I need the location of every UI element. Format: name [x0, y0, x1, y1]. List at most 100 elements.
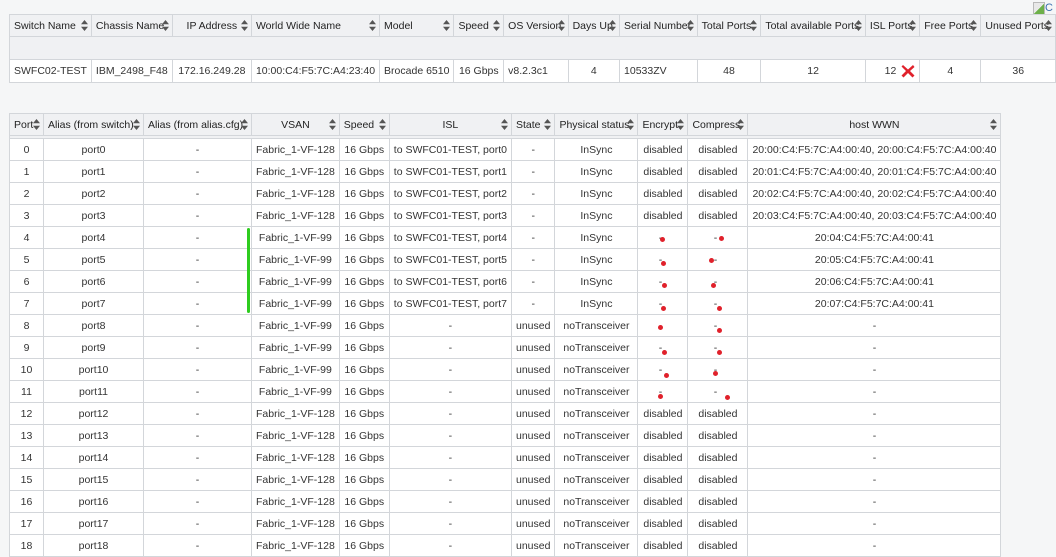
port-header-alias-from-alias-cfg[interactable]: Alias (from alias.cfg): [143, 113, 252, 136]
switch-header-switch-name[interactable]: Switch Name: [9, 14, 92, 37]
sort-icon[interactable]: [1045, 20, 1052, 31]
sort-icon[interactable]: [909, 20, 917, 31]
alias-cfg-cell: -: [143, 292, 252, 315]
switch-header-free-ports[interactable]: Free Ports: [919, 14, 982, 37]
port-table-row: 18 port18- Fabric_1-VF-128 16 Gbps - unused no…: [9, 534, 1002, 557]
port-header-port[interactable]: Port: [9, 113, 44, 136]
sort-icon[interactable]: [328, 119, 336, 130]
compress-cell: -: [687, 314, 749, 337]
alias-cfg-cell: -: [143, 468, 252, 491]
switch-header-speed[interactable]: Speed: [453, 14, 505, 37]
port-table-row: 15 port15- Fabric_1-VF-128 16 Gbps - unused no…: [9, 468, 1002, 491]
ip-address-cell: 172.16.249.28: [171, 59, 252, 83]
red-dot-icon: [717, 305, 723, 311]
switch-header-total-ports[interactable]: Total Ports: [696, 14, 762, 37]
red-dot-icon: [661, 305, 667, 311]
sort-icon[interactable]: [970, 20, 978, 31]
sort-icon[interactable]: [990, 119, 998, 130]
sort-icon[interactable]: [737, 119, 745, 130]
port-table-row: 8 port8- Fabric_1-VF-99 16 Gbps - unused noTra…: [9, 314, 1002, 337]
compress-cell: disabled: [687, 160, 749, 183]
alias-switch-cell: port16: [43, 490, 144, 513]
sort-icon[interactable]: [627, 119, 635, 130]
sort-icon[interactable]: [161, 20, 169, 31]
port-header-physical-status[interactable]: Physical status: [554, 113, 639, 136]
sort-icon[interactable]: [544, 119, 552, 130]
vsan-cell: Fabric_1-VF-128: [251, 490, 340, 513]
sort-icon[interactable]: [133, 119, 140, 130]
isl-cell: -: [388, 314, 512, 337]
cell-text: -: [713, 231, 718, 244]
sort-icon[interactable]: [750, 20, 758, 31]
alias-cfg-cell: -: [143, 160, 252, 183]
sort-icon[interactable]: [686, 20, 694, 31]
alias-switch-cell: port4: [43, 226, 144, 249]
sort-icon[interactable]: [369, 20, 377, 31]
sort-icon[interactable]: [378, 119, 386, 130]
column-label: host WWN: [849, 118, 900, 131]
physical-status-cell: noTransceiver: [554, 424, 639, 447]
sort-icon[interactable]: [493, 20, 501, 31]
speed-cell: 16 Gbps: [338, 358, 390, 381]
alias-cfg-cell: -: [143, 248, 252, 271]
port-number-cell: 11: [9, 380, 44, 403]
sort-icon[interactable]: [609, 20, 617, 31]
sort-icon[interactable]: [677, 119, 685, 130]
sort-icon[interactable]: [500, 119, 508, 130]
sort-icon[interactable]: [240, 20, 248, 31]
switch-header-world-wide-name[interactable]: World Wide Name: [250, 14, 381, 37]
alias-switch-cell: port14: [43, 446, 144, 469]
physical-status-cell: InSync: [554, 204, 639, 227]
speed-cell: 16 Gbps: [338, 424, 390, 447]
compress-cell: -: [687, 358, 749, 381]
port-header-alias-from-switch[interactable]: Alias (from switch): [43, 113, 144, 136]
compress-cell: disabled: [687, 182, 749, 205]
switch-header-model[interactable]: Model: [379, 14, 455, 37]
port-header-compress[interactable]: Compress: [687, 113, 749, 136]
switch-header-ip-address[interactable]: IP Address: [171, 14, 252, 37]
host-wwn-cell: -: [747, 512, 1002, 535]
switch-header-total-available-ports[interactable]: Total available Ports: [760, 14, 866, 37]
state-cell: -: [510, 182, 556, 205]
alias-switch-cell: port6: [43, 270, 144, 293]
physical-status-cell: InSync: [554, 160, 639, 183]
sort-icon[interactable]: [557, 20, 565, 31]
isl-cell: -: [388, 490, 512, 513]
sort-icon[interactable]: [854, 20, 862, 31]
image-alt-text: C: [1045, 2, 1053, 14]
switch-header-days-up[interactable]: Days Up: [567, 14, 621, 37]
switch-header-serial-number[interactable]: Serial Number: [619, 14, 698, 37]
sort-icon[interactable]: [33, 119, 40, 130]
switch-name-cell: SWFC02-TEST: [9, 59, 92, 83]
sort-icon[interactable]: [443, 20, 451, 31]
port-header-encrypt[interactable]: Encrypt: [637, 113, 689, 136]
sort-icon[interactable]: [80, 20, 88, 31]
green-annotation-line: [247, 228, 250, 313]
vsan-cell: Fabric_1-VF-99: [251, 248, 340, 271]
speed-cell: 16 Gbps: [338, 380, 390, 403]
port-header-state[interactable]: State: [510, 113, 556, 136]
port-table-row: 16 port16- Fabric_1-VF-128 16 Gbps - unused no…: [9, 490, 1002, 513]
state-cell: -: [510, 138, 556, 161]
isl-cell: -: [388, 336, 512, 359]
port-table-row: 11 port11- Fabric_1-VF-99 16 Gbps - unused noT…: [9, 380, 1002, 403]
port-number-cell: 1: [9, 160, 44, 183]
port-header-vsan[interactable]: VSAN: [251, 113, 340, 136]
port-table-row: 17 port17- Fabric_1-VF-128 16 Gbps - unused no…: [9, 512, 1002, 535]
port-header-isl[interactable]: ISL: [388, 113, 512, 136]
switch-header-chassis-name[interactable]: Chassis Name: [90, 14, 173, 37]
switch-header-unused-ports[interactable]: Unused Ports: [980, 14, 1056, 37]
sort-icon[interactable]: [241, 119, 248, 130]
switch-header-isl-ports[interactable]: ISL Ports: [864, 14, 921, 37]
column-label: Serial Number: [624, 19, 692, 32]
column-label: IP Address: [186, 19, 238, 32]
port-header-host-wwn[interactable]: host WWN: [747, 113, 1002, 136]
vsan-cell: Fabric_1-VF-128: [251, 534, 340, 557]
switch-header-os-version[interactable]: OS Version: [503, 14, 569, 37]
column-label: Alias (from switch): [48, 118, 134, 131]
port-header-speed[interactable]: Speed: [338, 113, 390, 136]
compress-cell: disabled: [687, 402, 749, 425]
port-number-cell: 16: [9, 490, 44, 513]
compress-cell: disabled: [687, 424, 749, 447]
column-label: Days Up: [572, 19, 613, 32]
